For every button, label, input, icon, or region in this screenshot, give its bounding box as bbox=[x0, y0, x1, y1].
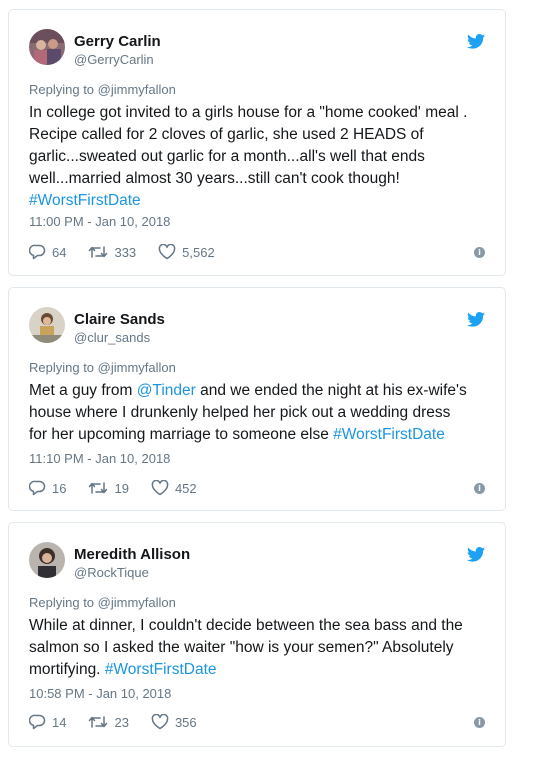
tweet-text-line: well...married almost 30 years...still c… bbox=[29, 170, 400, 187]
tweet-text-segment: Met a guy from bbox=[29, 382, 137, 399]
reply-button[interactable]: 14 bbox=[29, 714, 66, 730]
tweet-card: Meredith Allison @RockTique Replying to … bbox=[8, 522, 506, 747]
timestamp[interactable]: 11:00 PM - Jan 10, 2018 bbox=[29, 214, 170, 229]
hashtag-link[interactable]: #WorstFirstDate bbox=[29, 192, 141, 209]
user-handle[interactable]: @GerryCarlin bbox=[74, 52, 154, 67]
tweet-text-line: While at dinner, I couldn't decide betwe… bbox=[29, 617, 463, 634]
info-icon[interactable]: i bbox=[474, 483, 485, 494]
tweet-text-segment: for her upcoming marriage to someone els… bbox=[29, 426, 334, 443]
retweet-icon bbox=[89, 716, 108, 728]
reply-count: 16 bbox=[52, 480, 67, 496]
retweet-icon bbox=[89, 246, 108, 258]
twitter-bird-icon[interactable] bbox=[467, 547, 485, 562]
reply-count: 64 bbox=[52, 244, 67, 260]
retweet-button[interactable]: 333 bbox=[88, 244, 136, 260]
tweet-text-line: salmon so I asked the waiter "how is you… bbox=[29, 639, 454, 656]
tweet-text-line: house where I drunkenly helped her pick … bbox=[29, 404, 451, 421]
like-count: 452 bbox=[174, 480, 197, 496]
replying-to-link[interactable]: @jimmyfallon bbox=[98, 360, 176, 375]
heart-icon bbox=[151, 714, 169, 730]
twitter-bird-icon[interactable] bbox=[467, 312, 485, 327]
reply-icon bbox=[29, 480, 46, 496]
tweet-actions: 14 23 356 bbox=[29, 712, 485, 732]
reply-button[interactable]: 64 bbox=[29, 244, 66, 260]
avatar[interactable] bbox=[29, 307, 65, 343]
retweet-button[interactable]: 23 bbox=[88, 714, 129, 730]
like-count: 5,562 bbox=[182, 244, 215, 260]
reply-icon bbox=[29, 244, 46, 260]
tweet-text-line: In college got invited to a girls house … bbox=[29, 104, 468, 121]
info-icon[interactable]: i bbox=[474, 717, 485, 728]
reply-icon bbox=[29, 714, 46, 730]
display-name[interactable]: Gerry Carlin bbox=[74, 33, 161, 50]
timestamp[interactable]: 10:58 PM - Jan 10, 2018 bbox=[29, 686, 171, 701]
tweet-text-line: garlic...sweated out garlic for a month.… bbox=[29, 148, 425, 165]
reply-count: 14 bbox=[52, 714, 67, 730]
retweet-icon bbox=[89, 482, 108, 494]
like-count: 356 bbox=[174, 714, 197, 730]
retweet-count: 333 bbox=[114, 244, 137, 260]
display-name[interactable]: Meredith Allison bbox=[74, 546, 190, 563]
replying-to-link[interactable]: @jimmyfallon bbox=[98, 82, 176, 97]
heart-icon bbox=[158, 244, 176, 260]
replying-to-line: Replying to @jimmyfallon bbox=[29, 360, 176, 375]
avatar[interactable] bbox=[29, 542, 65, 578]
tweet-text-line: Recipe called for 2 cloves of garlic, sh… bbox=[29, 126, 424, 143]
hashtag-link[interactable]: #WorstFirstDate bbox=[105, 661, 217, 678]
reply-button[interactable]: 16 bbox=[29, 480, 66, 496]
replying-to-line: Replying to @jimmyfallon bbox=[29, 595, 176, 610]
heart-icon bbox=[151, 480, 169, 496]
replying-to-link[interactable]: @jimmyfallon bbox=[98, 595, 176, 610]
info-icon[interactable]: i bbox=[474, 247, 485, 258]
tweet-card: Claire Sands @clur_sands Replying to @ji… bbox=[8, 287, 506, 511]
replying-label: Replying to bbox=[29, 360, 98, 375]
tweet-text: Met a guy from @Tinder and we ended the … bbox=[29, 380, 499, 446]
tweet-text-segment: and we ended the night at his ex-wife's bbox=[195, 382, 467, 399]
hashtag-link[interactable]: #WorstFirstDate bbox=[333, 426, 445, 443]
like-button[interactable]: 452 bbox=[151, 480, 197, 496]
retweet-button[interactable]: 19 bbox=[88, 480, 129, 496]
avatar[interactable] bbox=[29, 29, 65, 65]
user-handle[interactable]: @clur_sands bbox=[74, 330, 150, 345]
like-button[interactable]: 356 bbox=[151, 714, 197, 730]
twitter-bird-icon[interactable] bbox=[467, 34, 485, 49]
display-name[interactable]: Claire Sands bbox=[74, 311, 165, 328]
user-handle[interactable]: @RockTique bbox=[74, 565, 149, 580]
replying-label: Replying to bbox=[29, 595, 98, 610]
tweet-text-segment: mortifying. bbox=[29, 661, 105, 678]
replying-to-line: Replying to @jimmyfallon bbox=[29, 82, 176, 97]
tweet-text: In college got invited to a girls house … bbox=[29, 102, 499, 212]
tweet-text: While at dinner, I couldn't decide betwe… bbox=[29, 615, 499, 681]
replying-label: Replying to bbox=[29, 82, 98, 97]
timestamp[interactable]: 11:10 PM - Jan 10, 2018 bbox=[29, 451, 170, 466]
tweet-actions: 16 19 452 bbox=[29, 478, 485, 498]
retweet-count: 23 bbox=[114, 714, 129, 730]
like-button[interactable]: 5,562 bbox=[158, 244, 215, 260]
mention-link[interactable]: @Tinder bbox=[137, 382, 196, 399]
tweet-card: Gerry Carlin @GerryCarlin Replying to @j… bbox=[8, 9, 506, 276]
retweet-count: 19 bbox=[114, 480, 129, 496]
tweet-actions: 64 333 5,562 bbox=[29, 242, 485, 262]
